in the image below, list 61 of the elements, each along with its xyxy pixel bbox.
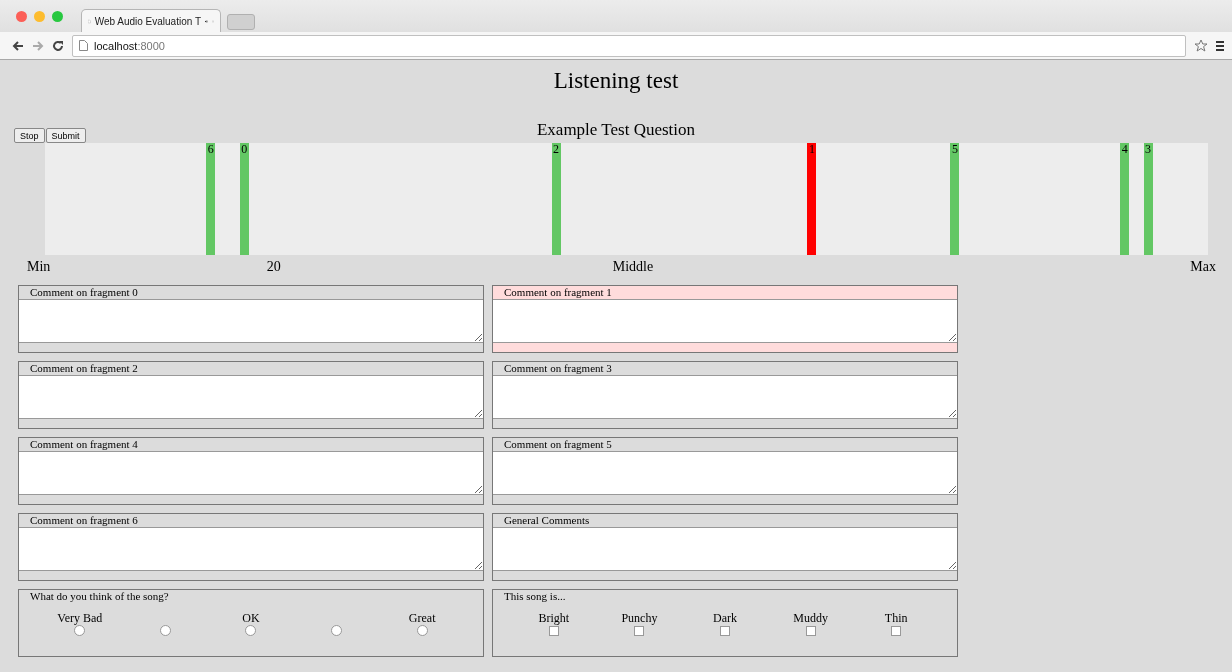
checkbox[interactable] [891, 626, 902, 636]
comment-title: Comment on fragment 4 [29, 438, 139, 451]
radio-button[interactable] [159, 625, 171, 636]
scale-label: Middle [612, 259, 654, 275]
rating-marker[interactable]: 5 [950, 143, 960, 255]
scale-label: Max [1190, 259, 1216, 275]
option-label: Very Bad [57, 611, 103, 625]
option-label: OK [242, 611, 260, 625]
comment-title: Comment on fragment 5 [503, 438, 613, 451]
stop-button[interactable]: Stop [14, 128, 45, 143]
comment-field[interactable] [493, 375, 957, 419]
option-label: Muddy [793, 611, 828, 625]
radio-button[interactable] [331, 625, 343, 636]
rating-marker[interactable]: 1 [807, 143, 817, 255]
comment-field[interactable] [493, 451, 957, 495]
radio-button[interactable] [245, 625, 257, 636]
comment-field[interactable] [19, 299, 483, 343]
close-window-icon[interactable] [16, 10, 27, 22]
rating-marker[interactable]: 6 [206, 143, 216, 255]
forward-icon[interactable] [32, 40, 44, 51]
comment-field[interactable] [493, 527, 957, 571]
radio-button[interactable] [74, 625, 86, 636]
rating-marker[interactable]: 3 [1143, 143, 1153, 255]
comment-field[interactable] [19, 451, 483, 495]
comment-title: Comment on fragment 0 [29, 286, 139, 299]
checkbox[interactable] [805, 626, 816, 636]
star-icon[interactable] [1194, 38, 1208, 53]
radio-button[interactable] [416, 625, 428, 636]
back-icon[interactable] [12, 40, 24, 51]
browser-tab[interactable]: Web Audio Evaluation T [81, 9, 221, 32]
url-text: localhost:8000 [94, 39, 165, 52]
comment-title: Comment on fragment 1 [503, 286, 613, 299]
option-label: Thin [884, 611, 908, 625]
address-bar[interactable]: localhost:8000 [72, 34, 1186, 57]
reload-icon[interactable] [52, 39, 64, 52]
comment-field[interactable] [19, 375, 483, 419]
option-label: Great [408, 611, 436, 625]
scale-label: Min [27, 259, 51, 275]
question-title: Example Test Question [536, 120, 696, 140]
comment-field[interactable] [19, 527, 483, 571]
rating-marker[interactable]: 0 [239, 143, 249, 255]
checkbox[interactable] [720, 626, 730, 636]
scale-label: 20 [266, 259, 281, 275]
comment-title: Comment on fragment 6 [29, 514, 139, 527]
comment-title: General Comments [503, 514, 591, 527]
question-label: This song is... [503, 590, 567, 603]
page-title: Listening test [552, 68, 680, 95]
comment-field[interactable] [493, 299, 957, 343]
menu-icon[interactable] [1216, 40, 1224, 51]
rating-marker[interactable]: 2 [551, 143, 561, 255]
comment-title: Comment on fragment 2 [29, 362, 139, 375]
zoom-window-icon[interactable] [52, 10, 63, 22]
submit-button[interactable]: Submit [45, 128, 86, 143]
option-label: Punchy [621, 611, 658, 625]
rating-marker[interactable]: 4 [1120, 143, 1130, 255]
comment-title: Comment on fragment 3 [503, 362, 613, 375]
option-label: Dark [713, 611, 737, 625]
option-label: Bright [538, 611, 570, 625]
question-label: What do you think of the song? [29, 590, 170, 603]
checkbox[interactable] [548, 626, 559, 636]
checkbox[interactable] [634, 626, 645, 636]
